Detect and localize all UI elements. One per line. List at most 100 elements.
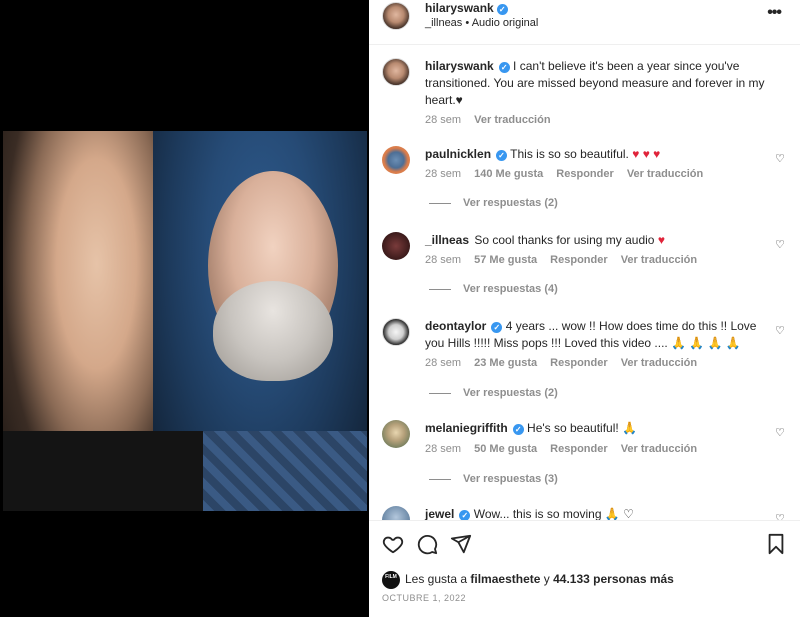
caption-meta: 28 sem Ver traducción	[425, 114, 561, 126]
comment-avatar[interactable]	[382, 232, 410, 260]
view-replies-label[interactable]: Ver respuestas (2)	[463, 387, 558, 399]
comment-body: deontaylor ✓ 4 years ... wow !! How does …	[425, 318, 770, 352]
comment-text: Wow... this is so moving	[473, 507, 602, 520]
share-icon[interactable]	[450, 533, 472, 555]
comment-emoji: 🙏 ♡	[604, 507, 634, 520]
audio-separator: •	[465, 17, 470, 29]
verified-badge-icon: ✓	[498, 62, 510, 73]
post-date[interactable]: OCTUBRE 1, 2022	[382, 593, 466, 603]
photo-beard	[213, 281, 333, 381]
comment-likes-count[interactable]: 50 Me gusta	[474, 443, 537, 455]
comment-reply-button[interactable]: Responder	[550, 357, 607, 369]
view-replies-button[interactable]: Ver respuestas (2)	[429, 197, 558, 209]
comment-emoji: 🙏 🙏 🙏 🙏	[671, 336, 741, 350]
audio-user-link[interactable]: _illneas	[425, 17, 462, 29]
caption-body: hilaryswank ✓ I can't believe it's been a…	[425, 58, 770, 109]
comment-emoji: 🙏	[622, 421, 638, 435]
comment-time[interactable]: 28 sem	[425, 254, 461, 266]
comment-like-heart-icon[interactable]: ♡	[775, 154, 786, 165]
audio-info: _illneas • Audio original	[425, 17, 538, 29]
comment-text: This is so so beautiful.	[510, 147, 629, 161]
comment-translate-link[interactable]: Ver traducción	[621, 443, 697, 455]
comment-body: melaniegriffith ✓ He's so beautiful! 🙏	[425, 420, 770, 437]
more-options-icon[interactable]: •••	[767, 4, 782, 22]
comment-avatar[interactable]	[382, 506, 410, 520]
view-replies-label[interactable]: Ver respuestas (3)	[463, 473, 558, 485]
caption-translate-link[interactable]: Ver traducción	[474, 114, 550, 126]
comment-time[interactable]: 28 sem	[425, 168, 461, 180]
comment-username[interactable]: melaniegriffith	[425, 421, 508, 435]
view-replies-label[interactable]: Ver respuestas (4)	[463, 283, 558, 295]
verified-badge-icon: ✓	[496, 150, 508, 161]
photo-jacket	[3, 431, 203, 511]
caption-username[interactable]: hilaryswank	[425, 59, 494, 73]
comment-meta: 28 sem 50 Me gusta Responder Ver traducc…	[425, 443, 707, 455]
comment-emoji: ♥ ♥ ♥	[632, 147, 661, 161]
comment-body: jewel ✓ Wow... this is so moving 🙏 ♡	[425, 506, 770, 520]
post-footer: FILM Les gusta a filmaesthete y 44.133 pe…	[369, 520, 800, 617]
verified-badge-icon: ✓	[512, 424, 524, 435]
post-header: hilaryswank ✓ _illneas • Audio original •…	[369, 0, 800, 45]
verified-badge-icon: ✓	[496, 4, 508, 15]
post-photo[interactable]	[3, 131, 367, 511]
comment-translate-link[interactable]: Ver traducción	[621, 357, 697, 369]
liker-avatar[interactable]: FILM	[382, 571, 400, 589]
verified-badge-icon: ✓	[491, 322, 503, 333]
comment-text: He's so beautiful!	[527, 421, 619, 435]
comment-translate-link[interactable]: Ver traducción	[621, 254, 697, 266]
caption-time[interactable]: 28 sem	[425, 114, 461, 126]
audio-label-link[interactable]: Audio original	[472, 17, 539, 29]
replies-line	[429, 392, 451, 394]
comment-like-heart-icon[interactable]: ♡	[775, 428, 786, 439]
view-replies-button[interactable]: Ver respuestas (3)	[429, 473, 558, 485]
comment-likes-count[interactable]: 140 Me gusta	[474, 168, 543, 180]
author-name[interactable]: hilaryswank	[425, 1, 494, 15]
likes-and: y	[543, 572, 550, 587]
comment-body: _illneas So cool thanks for using my aud…	[425, 232, 770, 249]
comment-avatar[interactable]	[382, 146, 410, 174]
comment-like-heart-icon[interactable]: ♡	[775, 326, 786, 337]
comment-reply-button[interactable]: Responder	[550, 443, 607, 455]
view-replies-button[interactable]: Ver respuestas (2)	[429, 387, 558, 399]
author-avatar[interactable]	[382, 2, 410, 30]
caption-avatar[interactable]	[382, 58, 410, 86]
view-replies-label[interactable]: Ver respuestas (2)	[463, 197, 558, 209]
likes-count-link[interactable]: 44.133 personas más	[553, 572, 674, 586]
comment-icon[interactable]	[416, 533, 438, 555]
bookmark-icon[interactable]	[765, 533, 787, 555]
comment-like-heart-icon[interactable]: ♡	[775, 240, 786, 251]
comment-emoji: ♥	[657, 233, 665, 247]
comment-username[interactable]: paulnicklen	[425, 147, 491, 161]
post-panel: hilaryswank ✓ _illneas • Audio original •…	[369, 0, 800, 617]
comment-likes-count[interactable]: 23 Me gusta	[474, 357, 537, 369]
comment-likes-count[interactable]: 57 Me gusta	[474, 254, 537, 266]
replies-line	[429, 202, 451, 204]
comment-username[interactable]: jewel	[425, 507, 454, 520]
comments-list[interactable]: hilaryswank ✓ I can't believe it's been a…	[369, 46, 800, 520]
likes-prefix: Les gusta a	[405, 572, 468, 587]
view-replies-button[interactable]: Ver respuestas (4)	[429, 283, 558, 295]
author-username[interactable]: hilaryswank ✓	[425, 1, 508, 15]
comment-time[interactable]: 28 sem	[425, 357, 461, 369]
comment-time[interactable]: 28 sem	[425, 443, 461, 455]
comment-meta: 28 sem 140 Me gusta Responder Ver traduc…	[425, 168, 713, 180]
replies-line	[429, 478, 451, 480]
comment-username[interactable]: deontaylor	[425, 319, 486, 333]
replies-line	[429, 288, 451, 290]
likes-summary: FILM Les gusta a filmaesthete y 44.133 pe…	[382, 571, 674, 589]
verified-badge-icon: ✓	[459, 510, 471, 520]
heart-icon[interactable]	[382, 533, 404, 555]
comment-reply-button[interactable]: Responder	[550, 254, 607, 266]
comment-username[interactable]: _illneas	[425, 233, 469, 247]
photo-shirt	[203, 431, 367, 511]
comment-meta: 28 sem 57 Me gusta Responder Ver traducc…	[425, 254, 707, 266]
post-media	[0, 0, 369, 617]
comment-body: paulnicklen ✓ This is so so beautiful. ♥ …	[425, 146, 770, 163]
liker-username[interactable]: filmaesthete	[470, 572, 540, 586]
comment-translate-link[interactable]: Ver traducción	[627, 168, 703, 180]
comment-avatar[interactable]	[382, 318, 410, 346]
comment-meta: 28 sem 23 Me gusta Responder Ver traducc…	[425, 357, 707, 369]
comment-avatar[interactable]	[382, 420, 410, 448]
comment-reply-button[interactable]: Responder	[556, 168, 613, 180]
comment-text: So cool thanks for using my audio	[474, 233, 655, 247]
